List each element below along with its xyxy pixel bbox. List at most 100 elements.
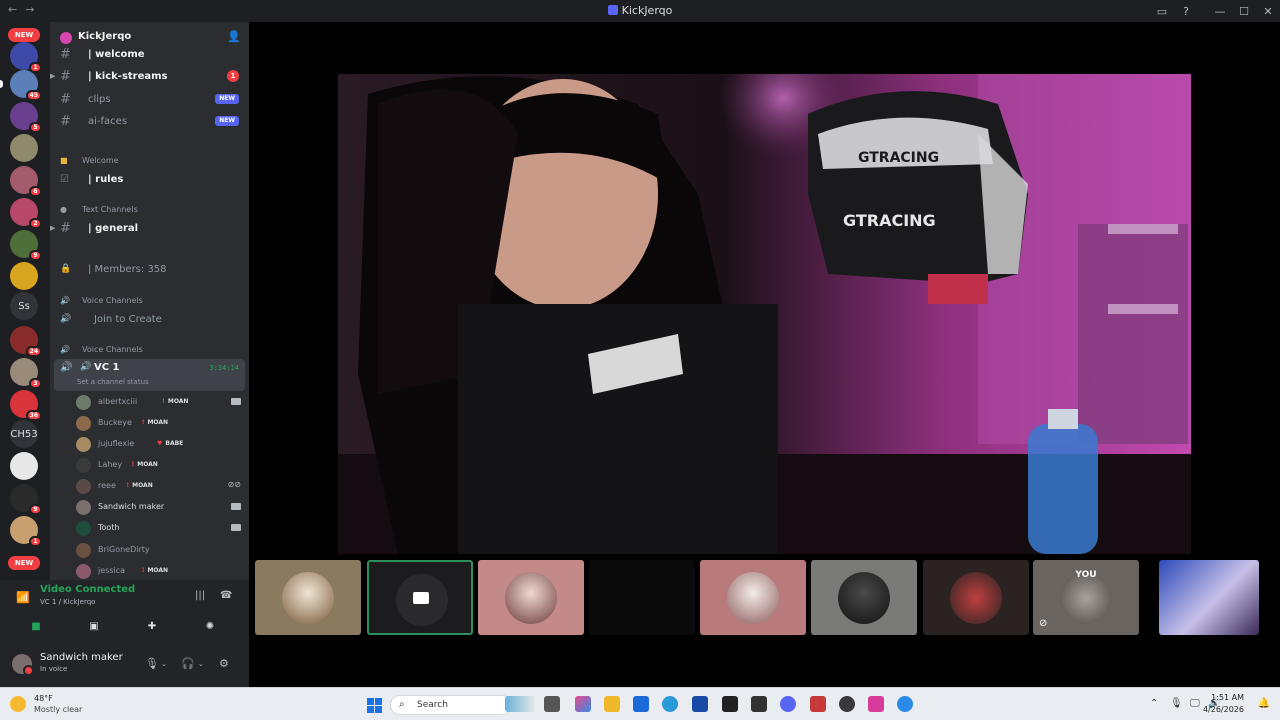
- microphone-tray-icon[interactable]: 🎙: [1170, 698, 1183, 709]
- microphone-icon[interactable]: 🎙: [145, 657, 159, 670]
- disconnect-icon[interactable]: ☎: [220, 590, 232, 601]
- app-icon[interactable]: [722, 696, 738, 712]
- widget-app-icon[interactable]: [505, 696, 535, 712]
- participant-tile[interactable]: [589, 560, 695, 635]
- channel-welcome[interactable]: # | welcome: [50, 44, 249, 64]
- server-icon[interactable]: 5: [10, 102, 42, 133]
- settings-gear-icon[interactable]: ⚙: [219, 657, 229, 670]
- participant-tile[interactable]: [923, 560, 1029, 635]
- screen-share-button[interactable]: ▣: [70, 617, 118, 635]
- activities-button[interactable]: ✚: [128, 617, 176, 635]
- server-icon[interactable]: 1: [10, 516, 42, 547]
- server-icon[interactable]: 6: [10, 166, 42, 197]
- channel-clips[interactable]: # clips NEW: [50, 89, 249, 109]
- voice-member[interactable]: jessica ! MOAN: [76, 561, 243, 580]
- server-icon[interactable]: [10, 134, 38, 162]
- app-icon[interactable]: [839, 696, 855, 712]
- focused-video-stream[interactable]: GTRACING GTRACING: [338, 74, 1191, 554]
- close-button[interactable]: ✕: [1256, 0, 1280, 22]
- channel-members-count[interactable]: 🔒 | Members: 358: [50, 259, 249, 279]
- notification-bell-icon[interactable]: 🔔: [1258, 698, 1270, 709]
- voice-member[interactable]: Lahey ! MOAN: [76, 455, 243, 475]
- server-icon[interactable]: 9: [10, 230, 42, 261]
- stream-preview-tile[interactable]: [1159, 560, 1259, 635]
- camera-button[interactable]: ■: [12, 617, 60, 635]
- server-icon[interactable]: Ss: [10, 292, 38, 320]
- channel-sidebar: KickJerqo 👤 # | welcome ▶ # | kick-strea…: [50, 22, 249, 580]
- channel-rules[interactable]: ☑ | rules: [50, 169, 249, 189]
- app-icon[interactable]: [897, 696, 913, 712]
- task-view-icon[interactable]: [544, 696, 560, 712]
- participant-tile[interactable]: [478, 560, 584, 635]
- voice-channel-vc1[interactable]: 🔊 🔊 VC 1 3:34:14 Set a channel status: [54, 359, 245, 391]
- new-unreads-pill[interactable]: NEW: [8, 28, 40, 42]
- voice-member[interactable]: jujuflexie ♥ BABE: [76, 434, 243, 454]
- soundboard-button[interactable]: ✺: [186, 617, 234, 635]
- channel-general[interactable]: ▶ # | general: [50, 218, 249, 238]
- member-name: jujuflexie: [98, 439, 135, 448]
- category-welcome[interactable]: ■ Welcome: [50, 153, 249, 167]
- system-clock[interactable]: 1:51 AM 4/26/2026: [1203, 692, 1244, 716]
- app-icon[interactable]: [751, 696, 767, 712]
- chevron-down-icon[interactable]: ⌄: [161, 660, 167, 668]
- store-icon[interactable]: [633, 696, 649, 712]
- participant-tile-self[interactable]: YOU ⊘: [1033, 560, 1139, 635]
- video-off-icon: ⊘: [1039, 618, 1048, 629]
- participant-tile[interactable]: [255, 560, 361, 635]
- server-icon[interactable]: 2: [10, 198, 42, 229]
- voice-member[interactable]: albertxciii ! MOAN: [76, 392, 243, 412]
- category-text-channels[interactable]: ● Text Channels: [50, 202, 249, 216]
- member-avatar: [76, 479, 91, 494]
- user-avatar[interactable]: [12, 654, 34, 676]
- channel-ai-faces[interactable]: # ai-faces NEW: [50, 111, 249, 131]
- user-name[interactable]: Sandwich maker: [40, 652, 123, 663]
- app-icon[interactable]: [810, 696, 826, 712]
- chevron-down-icon[interactable]: ⌄: [198, 660, 204, 668]
- app-icon[interactable]: [868, 696, 884, 712]
- category-voice-1[interactable]: 🔊 Voice Channels: [50, 293, 249, 307]
- file-explorer-icon[interactable]: [604, 696, 620, 712]
- channel-kick-streams[interactable]: ▶ # | kick-streams 1: [50, 66, 249, 86]
- voice-channel-path[interactable]: VC 1 / KickJerqo: [40, 598, 95, 606]
- maximize-button[interactable]: ☐: [1232, 0, 1256, 22]
- participant-tile[interactable]: [700, 560, 806, 635]
- invite-people-icon[interactable]: 👤: [227, 30, 241, 44]
- edge-icon[interactable]: [662, 696, 678, 712]
- show-hidden-icons[interactable]: ⌃: [1150, 698, 1158, 709]
- network-icon[interactable]: 🖵: [1190, 698, 1200, 709]
- server-icon[interactable]: 9: [10, 484, 42, 515]
- server-icon[interactable]: 36: [10, 390, 42, 421]
- voice-member[interactable]: Tooth: [76, 518, 243, 538]
- connection-signal-icon[interactable]: 📶: [16, 591, 30, 604]
- start-button[interactable]: [367, 698, 382, 713]
- taskbar-search[interactable]: ⌕ Search: [390, 695, 512, 715]
- webcam-video: GTRACING GTRACING: [338, 74, 1191, 554]
- member-avatar: [76, 543, 91, 558]
- inbox-icon[interactable]: ▭: [1150, 0, 1174, 22]
- server-icon[interactable]: 3: [10, 358, 42, 389]
- category-voice-2[interactable]: 🔊 Voice Channels: [50, 342, 249, 356]
- help-icon[interactable]: ?: [1174, 0, 1198, 22]
- voice-member[interactable]: reee ! MOAN ⊘⊘: [76, 476, 243, 496]
- server-icon[interactable]: 24: [10, 326, 42, 357]
- minimize-button[interactable]: —: [1208, 0, 1232, 22]
- voice-member[interactable]: Sandwich maker: [76, 497, 243, 517]
- server-icon[interactable]: [10, 262, 38, 290]
- voice-member[interactable]: Buckeye ! MOAN: [76, 413, 243, 433]
- server-icon[interactable]: 45: [10, 70, 42, 101]
- server-icon[interactable]: [10, 452, 38, 480]
- server-icon[interactable]: 1: [10, 42, 42, 73]
- participant-tile-selected[interactable]: [367, 560, 473, 635]
- channel-join-to-create[interactable]: 🔊 Join to Create: [50, 309, 249, 329]
- headphones-icon[interactable]: 🎧: [181, 657, 195, 670]
- new-unreads-pill[interactable]: NEW: [8, 556, 40, 570]
- vscode-icon[interactable]: [692, 696, 708, 712]
- copilot-icon[interactable]: [575, 696, 591, 712]
- discord-taskbar-icon[interactable]: [780, 696, 796, 712]
- participant-tile[interactable]: [811, 560, 917, 635]
- hashtag-icon: #: [60, 68, 71, 84]
- voice-member[interactable]: BriGoneDirty: [76, 540, 243, 560]
- server-icon[interactable]: CH 53: [10, 420, 38, 448]
- noise-suppression-icon[interactable]: |||: [195, 590, 205, 601]
- channel-status-hint[interactable]: Set a channel status: [77, 378, 149, 386]
